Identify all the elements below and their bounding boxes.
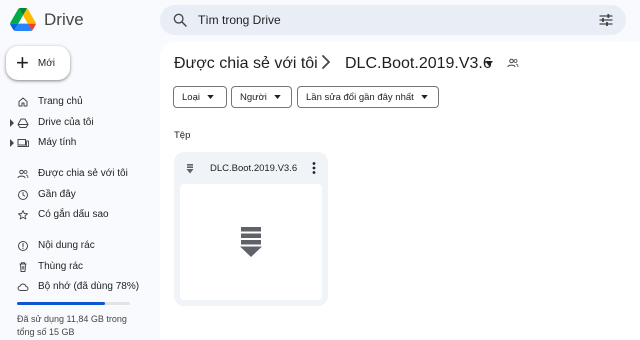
cloud-icon — [17, 283, 29, 291]
main-content: Được chia sẻ với tôi DLC.Boot.2019.V3.6 … — [160, 42, 640, 340]
sidebar-item-label: Trang chủ — [38, 96, 83, 107]
files-section-label: Tệp — [174, 130, 191, 141]
sidebar-item-label: Được chia sẻ với tôi — [38, 168, 128, 179]
shared-icon — [17, 169, 29, 179]
chevron-right-icon — [322, 55, 330, 69]
sidebar-item-label: Máy tính — [38, 137, 77, 148]
file-card[interactable]: DLC.Boot.2019.V3.6 — [174, 152, 328, 306]
trash-icon — [19, 262, 27, 272]
caret-right-icon[interactable] — [10, 119, 14, 127]
caret-down-icon — [207, 95, 214, 99]
filter-label: Lần sửa đổi gần đây nhất — [306, 91, 414, 103]
home-icon — [18, 97, 28, 107]
more-vert-icon[interactable] — [308, 161, 320, 175]
caret-down-icon — [421, 95, 428, 99]
sidebar-item-spam[interactable]: Nội dung rác — [0, 236, 150, 256]
sidebar-item-label: Thùng rác — [38, 261, 84, 272]
app-title: Drive — [44, 9, 84, 29]
archive-icon — [240, 227, 262, 257]
breadcrumb-parent[interactable]: Được chia sẻ với tôi — [174, 55, 318, 73]
drive-logo-icon — [10, 8, 36, 31]
breadcrumb-current[interactable]: DLC.Boot.2019.V3.6 — [345, 55, 492, 73]
search-icon[interactable] — [172, 12, 188, 28]
sidebar-item-label: Nội dung rác — [38, 240, 95, 251]
filter-label: Người — [240, 91, 267, 103]
sidebar-item-label: Bộ nhớ (đã dùng 78%) — [38, 281, 140, 292]
clock-icon — [18, 190, 28, 200]
filter-people[interactable]: Người — [231, 86, 292, 108]
sidebar-item-label: Có gắn dấu sao — [38, 209, 109, 220]
star-icon — [18, 210, 28, 220]
sidebar-item-starred[interactable]: Có gắn dấu sao — [0, 205, 150, 225]
sidebar-item-label: Gần đây — [38, 189, 76, 200]
storage-usage-text: Đã sử dụng 11,84 GB trong tổng số 15 GB — [17, 314, 127, 337]
storage-progress-bar — [17, 302, 130, 305]
spam-icon — [18, 241, 28, 251]
sidebar-item-computers[interactable]: Máy tính — [0, 133, 150, 153]
filter-type[interactable]: Loại — [173, 86, 227, 108]
sidebar-item-trash[interactable]: Thùng rác — [0, 257, 150, 277]
sidebar-item-recent[interactable]: Gần đây — [0, 185, 150, 205]
new-button-label: Mới — [37, 57, 55, 69]
search-input[interactable] — [198, 13, 568, 27]
filter-last-modified[interactable]: Lần sửa đổi gần đây nhất — [297, 86, 439, 108]
search-options-icon[interactable] — [598, 12, 614, 28]
caret-right-icon[interactable] — [10, 139, 14, 147]
file-thumbnail[interactable] — [180, 184, 322, 300]
filter-label: Loại — [182, 91, 200, 103]
drive-logo[interactable]: Drive — [10, 8, 84, 31]
sidebar-item-shared-with-me[interactable]: Được chia sẻ với tôi — [0, 164, 150, 184]
caret-down-icon — [274, 95, 281, 99]
storage-progress-fill — [17, 302, 106, 305]
archive-icon — [186, 164, 194, 174]
sidebar-item-label: Drive của tôi — [38, 117, 94, 128]
new-button[interactable]: + Mới — [6, 46, 70, 80]
plus-icon: + — [16, 50, 29, 75]
shared-folder-icon — [507, 58, 519, 68]
sidebar-item-my-drive[interactable]: Drive của tôi — [0, 113, 150, 133]
search-bar — [160, 5, 626, 35]
drive-icon — [17, 118, 29, 128]
computer-icon — [17, 139, 29, 147]
file-name: DLC.Boot.2019.V3.6 — [210, 163, 298, 174]
sidebar-item-storage[interactable]: Bộ nhớ (đã dùng 78%) — [0, 277, 150, 297]
caret-down-icon[interactable] — [485, 61, 493, 66]
sidebar-item-home[interactable]: Trang chủ — [0, 92, 150, 112]
